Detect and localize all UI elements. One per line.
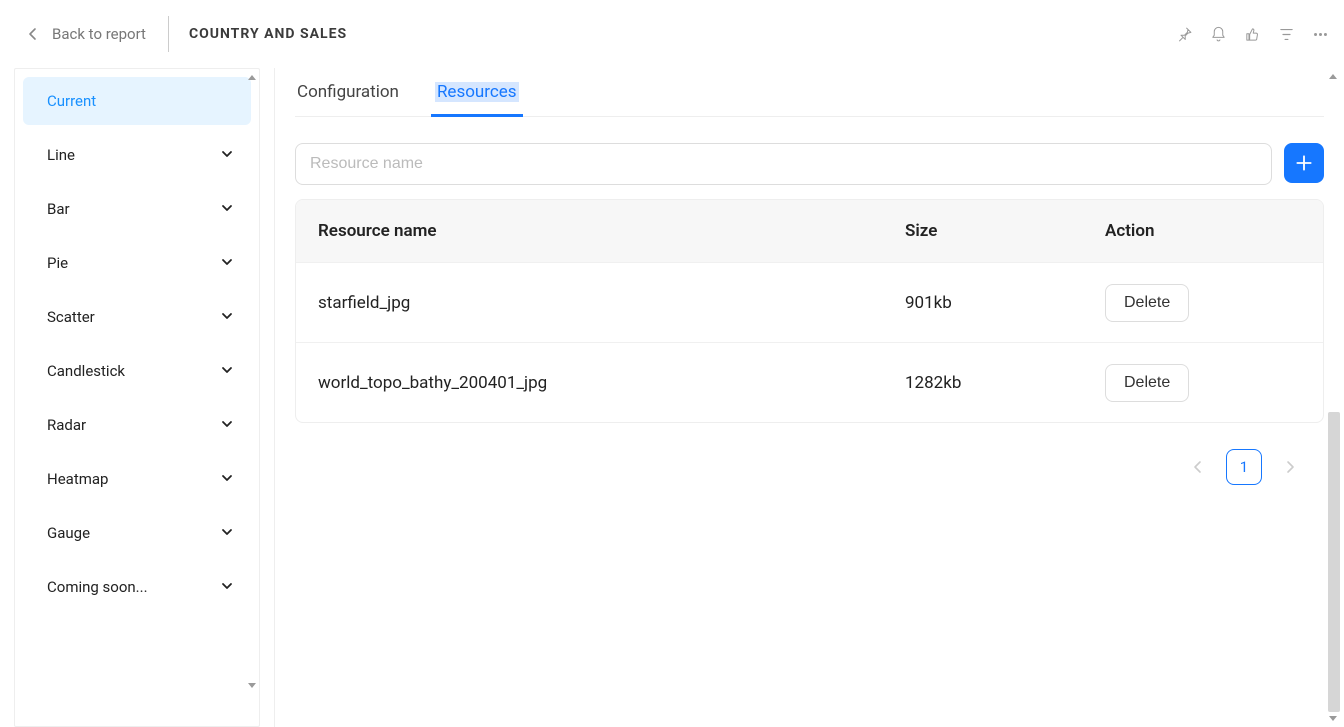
page-next-button[interactable] [1276, 453, 1304, 481]
sidebar-item-label: Bar [47, 200, 70, 218]
cell-size: 901kb [883, 293, 1083, 313]
chevron-down-icon [221, 524, 233, 542]
body-row: Current Line Bar Pie Scatter Candlestick [0, 68, 1344, 727]
sidebar-item-line[interactable]: Line [23, 131, 251, 179]
chevron-down-icon [221, 308, 233, 326]
back-label: Back to report [52, 25, 146, 43]
more-icon[interactable] [1308, 22, 1332, 46]
sidebar-item-label: Line [47, 146, 75, 164]
sidebar-item-candlestick[interactable]: Candlestick [23, 347, 251, 395]
sidebar-item-heatmap[interactable]: Heatmap [23, 455, 251, 503]
scroll-down-icon [1329, 716, 1337, 721]
sidebar-item-label: Pie [47, 254, 68, 272]
chevron-right-icon [1285, 460, 1295, 474]
pagination: 1 [295, 449, 1324, 485]
sidebar-scroll[interactable]: Current Line Bar Pie Scatter Candlestick [15, 69, 259, 726]
tabs: Configuration Resources [295, 68, 1324, 117]
cell-name: world_topo_bathy_200401_jpg [296, 373, 883, 393]
topbar-actions [1172, 22, 1332, 46]
sidebar-item-label: Gauge [47, 524, 90, 542]
sidebar-item-label: Radar [47, 416, 86, 434]
scroll-up-icon [1329, 74, 1337, 79]
bell-icon[interactable] [1206, 22, 1230, 46]
cell-name: starfield_jpg [296, 293, 883, 313]
topbar-left: Back to report COUNTRY AND SALES [0, 0, 347, 68]
tab-configuration[interactable]: Configuration [295, 74, 401, 116]
resource-name-input[interactable] [295, 143, 1272, 185]
scrollbar-thumb[interactable] [1328, 412, 1340, 712]
cell-size: 1282kb [883, 373, 1083, 393]
chevron-down-icon [221, 362, 233, 380]
table-row: world_topo_bathy_200401_jpg 1282kb Delet… [296, 342, 1323, 422]
sidebar-item-coming-soon[interactable]: Coming soon... [23, 563, 251, 611]
sidebar-item-radar[interactable]: Radar [23, 401, 251, 449]
delete-button[interactable]: Delete [1105, 364, 1189, 402]
topbar: Back to report COUNTRY AND SALES [0, 0, 1344, 68]
col-size: Size [883, 221, 1083, 241]
tab-label: Configuration [297, 82, 399, 102]
sidebar-item-current[interactable]: Current [23, 77, 251, 125]
plus-icon [1294, 153, 1314, 173]
sidebar-item-bar[interactable]: Bar [23, 185, 251, 233]
tab-resources[interactable]: Resources [433, 74, 521, 116]
pin-icon[interactable] [1172, 22, 1196, 46]
sidebar-item-pie[interactable]: Pie [23, 239, 251, 287]
back-to-report-link[interactable]: Back to report [0, 16, 168, 52]
page-prev-button[interactable] [1184, 453, 1212, 481]
filter-icon[interactable] [1274, 22, 1298, 46]
main-scrollbar[interactable] [1328, 72, 1340, 723]
sidebar-item-label: Heatmap [47, 470, 108, 488]
sidebar-scrollbar[interactable] [247, 71, 257, 727]
resources-table: Resource name Size Action starfield_jpg … [295, 199, 1324, 423]
chevron-down-icon [221, 416, 233, 434]
search-row [295, 143, 1324, 185]
sidebar-item-label: Current [47, 92, 96, 110]
chevron-down-icon [221, 146, 233, 164]
chevron-down-icon [221, 200, 233, 218]
table-row: starfield_jpg 901kb Delete [296, 262, 1323, 342]
add-resource-button[interactable] [1284, 143, 1324, 183]
thumbs-up-icon[interactable] [1240, 22, 1264, 46]
sidebar-item-label: Candlestick [47, 362, 125, 380]
scroll-up-icon [248, 75, 256, 80]
sidebar-item-label: Coming soon... [47, 578, 148, 596]
chevron-down-icon [221, 470, 233, 488]
scroll-down-icon [248, 683, 256, 688]
page-number-1[interactable]: 1 [1226, 449, 1262, 485]
sidebar-item-gauge[interactable]: Gauge [23, 509, 251, 557]
cell-action: Delete [1083, 284, 1323, 322]
col-action: Action [1083, 221, 1323, 241]
chevron-left-icon [28, 27, 38, 41]
table-header: Resource name Size Action [296, 200, 1323, 262]
tab-label: Resources [435, 82, 519, 102]
main-panel: Configuration Resources Resource name Si… [274, 68, 1344, 727]
sidebar: Current Line Bar Pie Scatter Candlestick [14, 68, 260, 727]
title-separator [168, 16, 169, 52]
delete-button[interactable]: Delete [1105, 284, 1189, 322]
sidebar-item-label: Scatter [47, 308, 95, 326]
sidebar-item-scatter[interactable]: Scatter [23, 293, 251, 341]
cell-action: Delete [1083, 364, 1323, 402]
chevron-down-icon [221, 578, 233, 596]
page-title: COUNTRY AND SALES [189, 26, 347, 42]
chevron-left-icon [1193, 460, 1203, 474]
col-resource-name: Resource name [296, 221, 883, 241]
chevron-down-icon [221, 254, 233, 272]
